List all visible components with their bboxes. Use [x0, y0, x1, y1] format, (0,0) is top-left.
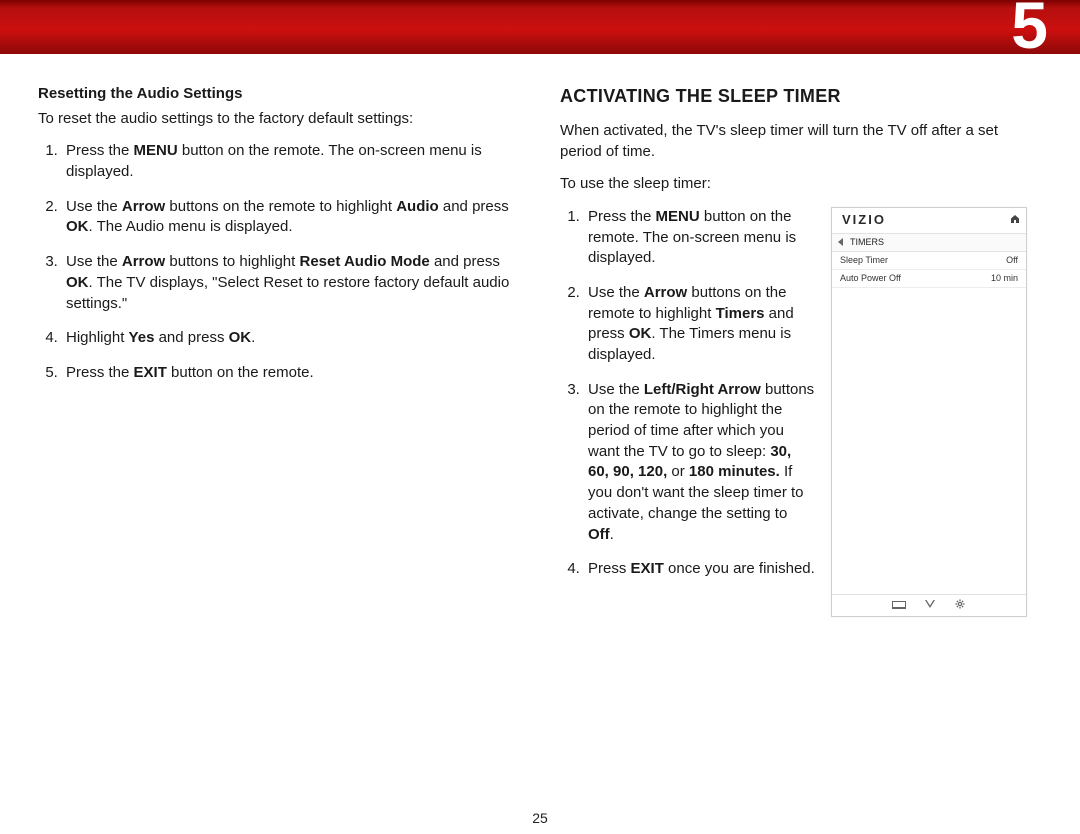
chapter-number: 5 — [1011, 0, 1048, 58]
back-icon — [838, 232, 844, 253]
menu-row-auto-power-off: Auto Power Off 10 min — [832, 270, 1026, 288]
timers-menu-screenshot: VIZIO TIMERS Sleep Timer Off Auto Power … — [831, 207, 1027, 617]
right-intro-2: To use the sleep timer: — [560, 174, 1042, 195]
right-steps: Press the MENU button on the remote. The… — [584, 207, 815, 580]
right-steps-wrap: Press the MENU button on the remote. The… — [560, 207, 815, 617]
page-content: Resetting the Audio Settings To reset th… — [0, 54, 1080, 617]
left-intro: To reset the audio settings to the facto… — [38, 109, 520, 130]
left-step-3: Use the Arrow buttons to highlight Reset… — [62, 252, 520, 314]
right-step-1: Press the MENU button on the remote. The… — [584, 207, 815, 269]
right-split: Press the MENU button on the remote. The… — [560, 207, 1042, 617]
gear-icon — [954, 595, 966, 616]
page-number: 25 — [0, 810, 1080, 826]
left-steps: Press the MENU button on the remote. The… — [62, 141, 520, 383]
right-intro-1: When activated, the TV's sleep timer wil… — [560, 121, 1042, 162]
right-column: ACTIVATING THE SLEEP TIMER When activate… — [560, 84, 1042, 617]
left-column: Resetting the Audio Settings To reset th… — [38, 84, 520, 617]
chapter-header: 5 — [0, 0, 1080, 54]
menu-row-label: Sleep Timer — [840, 254, 888, 266]
menu-row-value: Off — [1006, 254, 1018, 266]
left-step-2: Use the Arrow buttons on the remote to h… — [62, 197, 520, 238]
home-icon — [1010, 210, 1020, 231]
left-step-5: Press the EXIT button on the remote. — [62, 363, 520, 384]
menu-row-label: Auto Power Off — [840, 272, 901, 284]
menu-header: VIZIO — [832, 208, 1026, 234]
right-heading: ACTIVATING THE SLEEP TIMER — [560, 84, 1042, 109]
right-step-2: Use the Arrow buttons on the remote to h… — [584, 283, 815, 366]
right-step-4: Press EXIT once you are finished. — [584, 559, 815, 580]
menu-row-value: 10 min — [991, 272, 1018, 284]
left-step-1: Press the MENU button on the remote. The… — [62, 141, 520, 182]
left-step-4: Highlight Yes and press OK. — [62, 328, 520, 349]
left-heading: Resetting the Audio Settings — [38, 84, 520, 105]
v-icon — [924, 595, 936, 616]
wide-icon — [892, 601, 906, 609]
crumb-text: TIMERS — [850, 236, 884, 248]
brand-logo: VIZIO — [842, 211, 886, 229]
menu-breadcrumb: TIMERS — [832, 234, 1026, 252]
right-step-3: Use the Left/Right Arrow buttons on the … — [584, 380, 815, 546]
menu-body-empty — [832, 288, 1026, 594]
menu-row-sleep-timer: Sleep Timer Off — [832, 252, 1026, 270]
menu-footer — [832, 594, 1026, 616]
